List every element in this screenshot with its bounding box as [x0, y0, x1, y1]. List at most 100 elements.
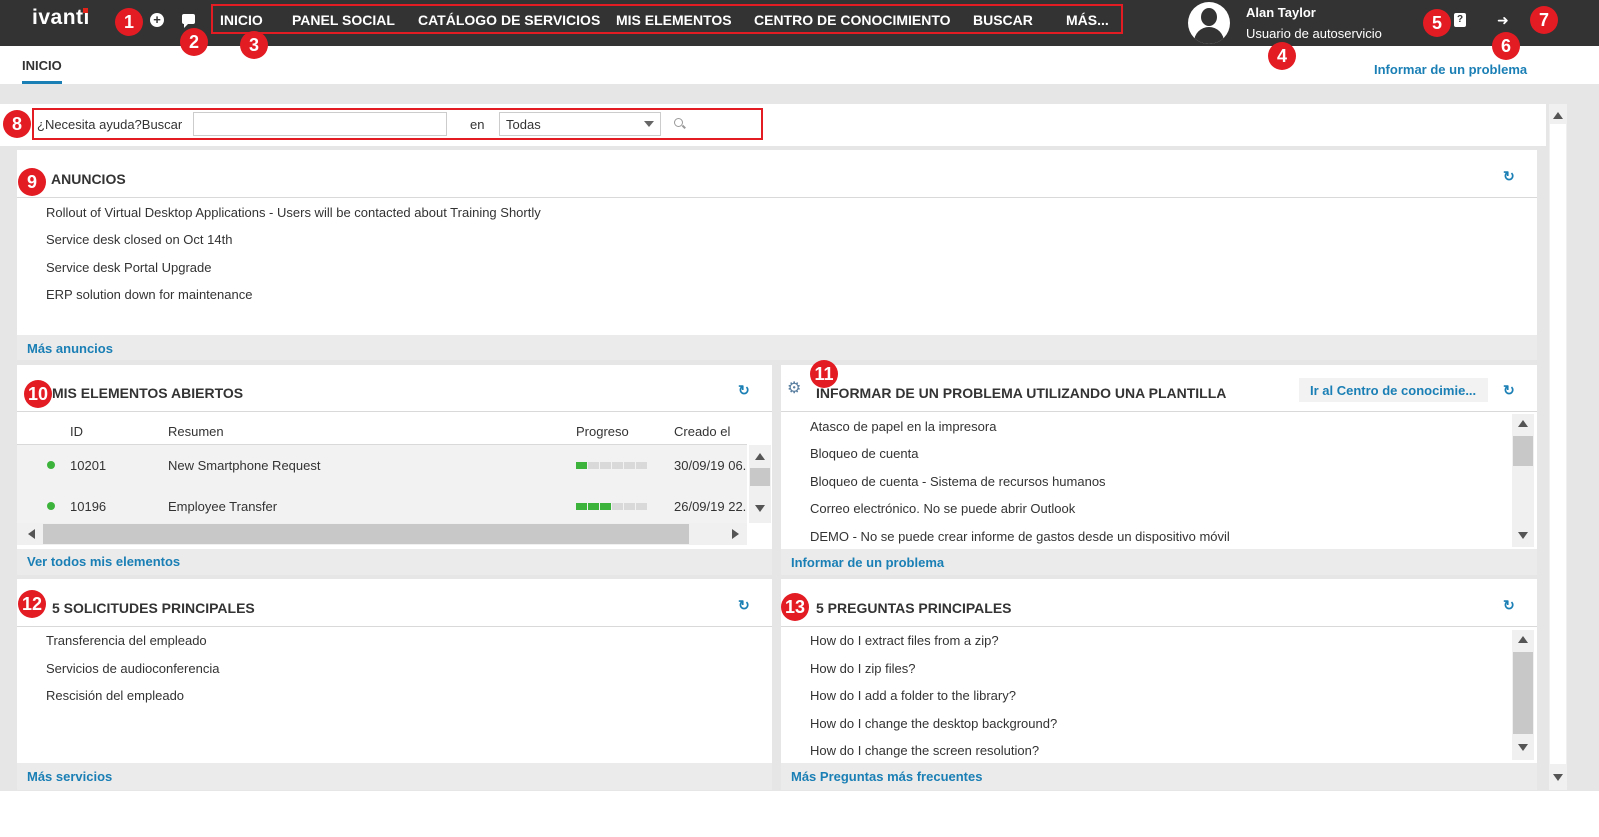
main-scrollbar[interactable]	[1549, 104, 1567, 790]
templates-title: INFORMAR DE UN PROBLEMA UTILIZANDO UNA P…	[816, 385, 1227, 401]
template-item[interactable]: Bloqueo de cuenta - Sistema de recursos …	[810, 474, 1106, 489]
refresh-icon[interactable]: ↻	[1503, 168, 1515, 185]
open-items-title: MIS ELEMENTOS ABIERTOS	[52, 385, 244, 401]
scroll-up-icon[interactable]	[1518, 636, 1528, 643]
chat-icon[interactable]	[182, 14, 195, 28]
progress-bar	[576, 462, 647, 469]
top-questions-title: 5 PREGUNTAS PRINCIPALES	[816, 600, 1012, 616]
refresh-icon[interactable]: ↻	[1503, 382, 1515, 399]
nav-buscar[interactable]: BUSCAR	[973, 12, 1033, 28]
refresh-icon[interactable]: ↻	[1503, 597, 1515, 614]
template-item[interactable]: Correo electrónico. No se puede abrir Ou…	[810, 501, 1075, 516]
search-input[interactable]	[193, 112, 447, 136]
help-icon[interactable]: ?	[1454, 13, 1466, 27]
nav-mas[interactable]: MÁS...	[1066, 12, 1109, 28]
templates-scrollbar[interactable]	[1512, 414, 1534, 547]
scroll-down-icon[interactable]	[1518, 532, 1528, 539]
announcement-item[interactable]: ERP solution down for maintenance	[46, 287, 252, 302]
scroll-thumb[interactable]	[1513, 652, 1533, 734]
progress-segment	[612, 503, 623, 510]
nav-catalogo-servicios[interactable]: CATÁLOGO DE SERVICIOS	[418, 12, 600, 28]
callout-badge: 11	[810, 360, 838, 388]
progress-segment	[612, 462, 623, 469]
ivanti-logo[interactable]: ivanti	[32, 6, 90, 30]
template-item[interactable]: Atasco de papel en la impresora	[810, 419, 996, 434]
nav-centro-conocimiento[interactable]: CENTRO DE CONOCIMIENTO	[754, 12, 951, 28]
announcement-item[interactable]: Rollout of Virtual Desktop Applications …	[46, 205, 541, 220]
scroll-thumb[interactable]	[43, 524, 689, 544]
question-item[interactable]: How do I change the screen resolution?	[810, 743, 1039, 758]
top-requests-title: 5 SOLICITUDES PRINCIPALES	[52, 600, 255, 616]
page-bottom	[0, 791, 1599, 837]
nav-panel-social[interactable]: PANEL SOCIAL	[292, 12, 395, 28]
user-name[interactable]: Alan Taylor	[1246, 5, 1316, 20]
question-item[interactable]: How do I extract files from a zip?	[810, 633, 999, 648]
nav-mis-elementos[interactable]: MIS ELEMENTOS	[616, 12, 732, 28]
column-id[interactable]: ID	[70, 424, 83, 439]
chevron-down-icon[interactable]	[644, 121, 654, 127]
search-scope-label: en	[470, 117, 485, 132]
scroll-up-icon[interactable]	[755, 453, 765, 460]
scroll-thumb[interactable]	[750, 468, 770, 486]
search-scope-value: Todas	[506, 117, 541, 132]
progress-segment	[588, 462, 599, 469]
template-item[interactable]: Bloqueo de cuenta	[810, 446, 918, 461]
announcements-footer	[17, 335, 1537, 360]
row-created: 26/09/19 22.	[674, 499, 746, 514]
row-summary[interactable]: Employee Transfer	[168, 499, 277, 514]
template-item[interactable]: DEMO - No se puede crear informe de gast…	[810, 529, 1230, 544]
table-body	[17, 445, 747, 523]
more-faq-link[interactable]: Más Preguntas más frecuentes	[791, 769, 982, 784]
column-resumen[interactable]: Resumen	[168, 424, 224, 439]
view-all-items-link[interactable]: Ver todos mis elementos	[27, 554, 180, 569]
more-announcements-link[interactable]: Más anuncios	[27, 341, 113, 356]
scroll-thumb[interactable]	[1513, 436, 1533, 466]
announcement-item[interactable]: Service desk Portal Upgrade	[46, 260, 211, 275]
announcement-item[interactable]: Service desk closed on Oct 14th	[46, 232, 232, 247]
nav-inicio[interactable]: INICIO	[220, 12, 263, 28]
gears-icon: ⚙	[787, 380, 802, 397]
refresh-icon[interactable]: ↻	[738, 382, 750, 399]
row-id[interactable]: 10201	[70, 458, 106, 473]
callout-badge: 13	[781, 593, 809, 621]
scroll-right-icon[interactable]	[732, 529, 739, 539]
progress-segment	[600, 462, 611, 469]
logout-icon[interactable]: ➜	[1497, 12, 1509, 29]
callout-badge: 12	[18, 590, 46, 618]
progress-bar	[576, 503, 647, 510]
callout-badge: 3	[240, 31, 268, 59]
logo-mark-icon	[83, 8, 88, 13]
divider	[17, 626, 772, 627]
divider	[781, 411, 1537, 412]
refresh-icon[interactable]: ↻	[738, 597, 750, 614]
add-icon-glyph: +	[153, 12, 161, 27]
status-ok-icon	[47, 502, 55, 510]
tab-inicio[interactable]: INICIO	[22, 58, 62, 84]
kb-link[interactable]: Ir al Centro de conocimie...	[1310, 383, 1476, 398]
request-item[interactable]: Rescisión del empleado	[46, 688, 184, 703]
question-item[interactable]: How do I add a folder to the library?	[810, 688, 1016, 703]
avatar[interactable]	[1188, 2, 1230, 44]
row-summary[interactable]: New Smartphone Request	[168, 458, 320, 473]
scroll-down-icon[interactable]	[1518, 744, 1528, 751]
request-item[interactable]: Transferencia del empleado	[46, 633, 207, 648]
callout-badge: 4	[1268, 42, 1296, 70]
row-id[interactable]: 10196	[70, 499, 106, 514]
more-services-link[interactable]: Más servicios	[27, 769, 112, 784]
report-problem-link[interactable]: Informar de un problema	[1374, 62, 1527, 77]
scroll-left-icon[interactable]	[28, 529, 35, 539]
column-creado[interactable]: Creado el	[674, 424, 730, 439]
scroll-up-icon[interactable]	[1518, 420, 1528, 427]
question-item[interactable]: How do I zip files?	[810, 661, 916, 676]
search-icon[interactable]	[674, 118, 683, 127]
report-problem-footer-link[interactable]: Informar de un problema	[791, 555, 944, 570]
progress-segment	[576, 462, 587, 469]
add-icon[interactable]: +	[150, 13, 164, 27]
progress-segment	[600, 503, 611, 510]
request-item[interactable]: Servicios de audioconferencia	[46, 661, 219, 676]
top-requests-footer	[17, 763, 772, 790]
scroll-down-icon[interactable]	[755, 505, 765, 512]
progress-segment	[636, 503, 647, 510]
column-progreso[interactable]: Progreso	[576, 424, 629, 439]
question-item[interactable]: How do I change the desktop background?	[810, 716, 1057, 731]
